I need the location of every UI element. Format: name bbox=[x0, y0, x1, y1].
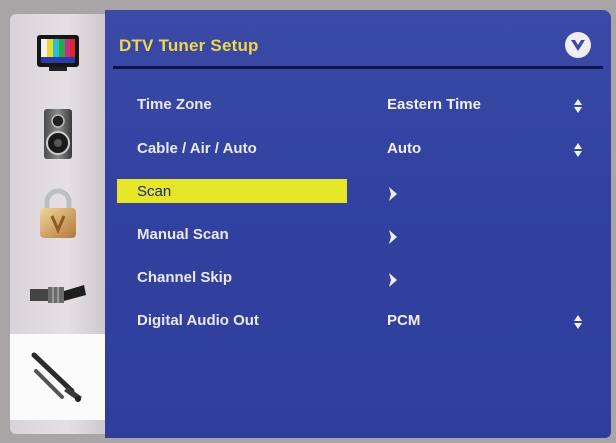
osd-frame: DTV Tuner Setup Time Zone Eastern Time C… bbox=[0, 0, 616, 443]
time-zone-value: Eastern Time bbox=[387, 96, 481, 113]
chevron-right-icon[interactable] bbox=[387, 272, 399, 288]
menu-item-digital-audio-out[interactable]: Digital Audio Out bbox=[137, 312, 259, 329]
menu-item-scan[interactable]: Scan bbox=[137, 183, 171, 200]
speaker-icon bbox=[43, 109, 72, 159]
menu-panel: DTV Tuner Setup Time Zone Eastern Time C… bbox=[105, 10, 611, 438]
padlock-icon bbox=[39, 188, 76, 238]
cable-connector-icon bbox=[29, 285, 86, 303]
up-down-arrow-icon[interactable] bbox=[573, 98, 583, 114]
tv-picture-icon bbox=[36, 35, 79, 71]
sidebar-item-audio[interactable] bbox=[10, 94, 105, 174]
sidebar-item-picture[interactable] bbox=[10, 14, 105, 94]
vizio-v-logo-icon bbox=[565, 32, 591, 58]
up-down-arrow-icon[interactable] bbox=[573, 314, 583, 330]
chevron-right-icon[interactable] bbox=[387, 186, 399, 202]
sidebar-item-setup[interactable] bbox=[10, 334, 105, 420]
title-divider bbox=[113, 66, 603, 69]
menu-item-cable-air-auto[interactable]: Cable / Air / Auto bbox=[137, 140, 257, 157]
cable-air-auto-value: Auto bbox=[387, 140, 422, 157]
sidebar-item-connections[interactable] bbox=[10, 254, 105, 334]
menu-item-channel-skip[interactable]: Channel Skip bbox=[137, 269, 232, 286]
menu-title: DTV Tuner Setup bbox=[119, 36, 259, 55]
digital-audio-out-value: PCM bbox=[387, 312, 421, 329]
menu-item-time-zone[interactable]: Time Zone bbox=[137, 96, 212, 113]
menu-item-manual-scan[interactable]: Manual Scan bbox=[137, 226, 229, 243]
chevron-right-icon[interactable] bbox=[387, 229, 399, 245]
sidebar-item-parental-lock[interactable] bbox=[10, 174, 105, 254]
category-sidebar bbox=[10, 14, 105, 434]
wrench-tools-icon bbox=[31, 352, 82, 402]
up-down-arrow-icon[interactable] bbox=[573, 142, 583, 158]
